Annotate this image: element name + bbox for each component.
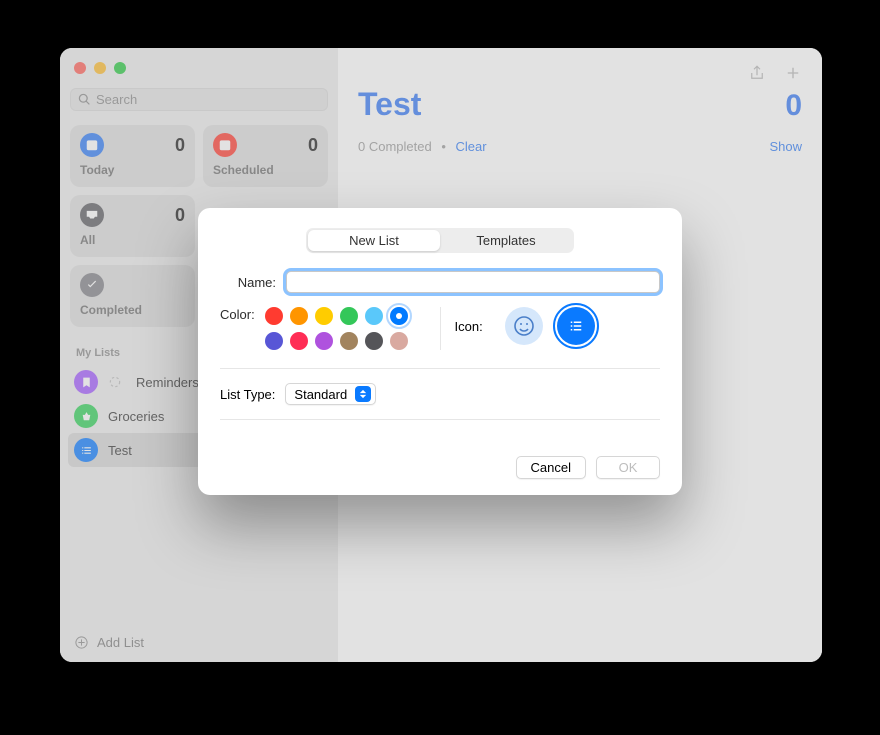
color-swatch[interactable] xyxy=(290,332,308,350)
emoji-picker-button[interactable] xyxy=(505,307,543,345)
color-swatch[interactable] xyxy=(290,307,308,325)
list-type-label: List Type: xyxy=(220,387,275,402)
smiley-icon xyxy=(512,314,536,338)
color-swatches xyxy=(265,307,426,350)
color-swatch[interactable] xyxy=(315,332,333,350)
color-swatch[interactable] xyxy=(340,332,358,350)
name-input[interactable] xyxy=(286,271,660,293)
color-swatch[interactable] xyxy=(315,307,333,325)
color-swatch[interactable] xyxy=(390,332,408,350)
list-type-value: Standard xyxy=(294,387,347,402)
divider xyxy=(220,419,660,420)
color-swatch[interactable] xyxy=(340,307,358,325)
color-swatch[interactable] xyxy=(265,332,283,350)
divider xyxy=(220,368,660,369)
select-arrows-icon xyxy=(355,386,371,402)
icon-label: Icon: xyxy=(455,319,483,334)
ok-button[interactable]: OK xyxy=(596,456,660,479)
tab-new-list[interactable]: New List xyxy=(308,230,440,251)
list-bullet-icon xyxy=(567,317,585,335)
list-type-select[interactable]: Standard xyxy=(285,383,376,405)
name-label: Name: xyxy=(220,275,276,290)
color-swatch[interactable] xyxy=(390,307,408,325)
color-swatch[interactable] xyxy=(265,307,283,325)
color-label: Color: xyxy=(220,307,255,322)
cancel-button[interactable]: Cancel xyxy=(516,456,586,479)
dialog-tabs: New List Templates xyxy=(306,228,574,253)
color-swatch[interactable] xyxy=(365,307,383,325)
new-list-dialog: New List Templates Name: Color: Icon: xyxy=(198,208,682,495)
list-icon-button[interactable] xyxy=(557,307,595,345)
tab-templates[interactable]: Templates xyxy=(440,230,572,251)
color-swatch[interactable] xyxy=(365,332,383,350)
